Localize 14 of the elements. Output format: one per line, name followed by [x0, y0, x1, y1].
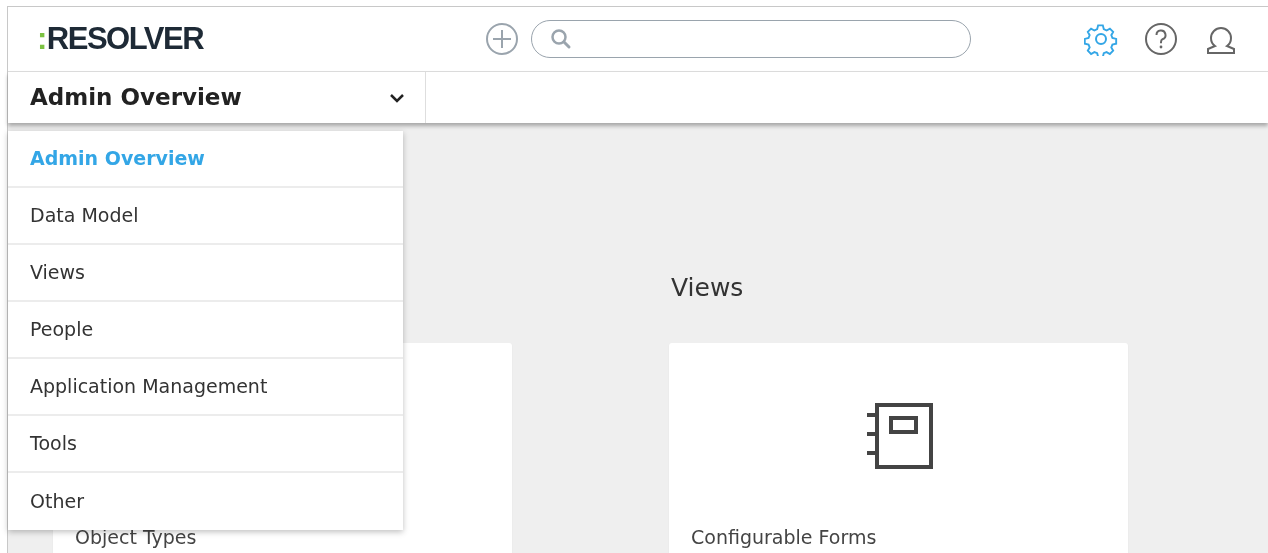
- card-title: Configurable Forms: [691, 525, 877, 550]
- menu-item[interactable]: People: [8, 302, 403, 359]
- add-icon[interactable]: [485, 22, 519, 56]
- menu-item[interactable]: Application Management: [8, 359, 403, 416]
- menu-item[interactable]: Tools: [8, 416, 403, 473]
- logo: :RESOLVER: [37, 19, 205, 58]
- search-icon: [550, 28, 572, 50]
- section-heading: Views: [671, 273, 744, 303]
- menu-item[interactable]: Data Model: [8, 188, 403, 245]
- menu-item[interactable]: Views: [8, 245, 403, 302]
- notebook-icon: [864, 403, 933, 469]
- page-dropdown[interactable]: Admin Overview: [8, 72, 426, 123]
- settings-icon[interactable]: [1084, 22, 1118, 56]
- help-icon[interactable]: [1144, 22, 1178, 56]
